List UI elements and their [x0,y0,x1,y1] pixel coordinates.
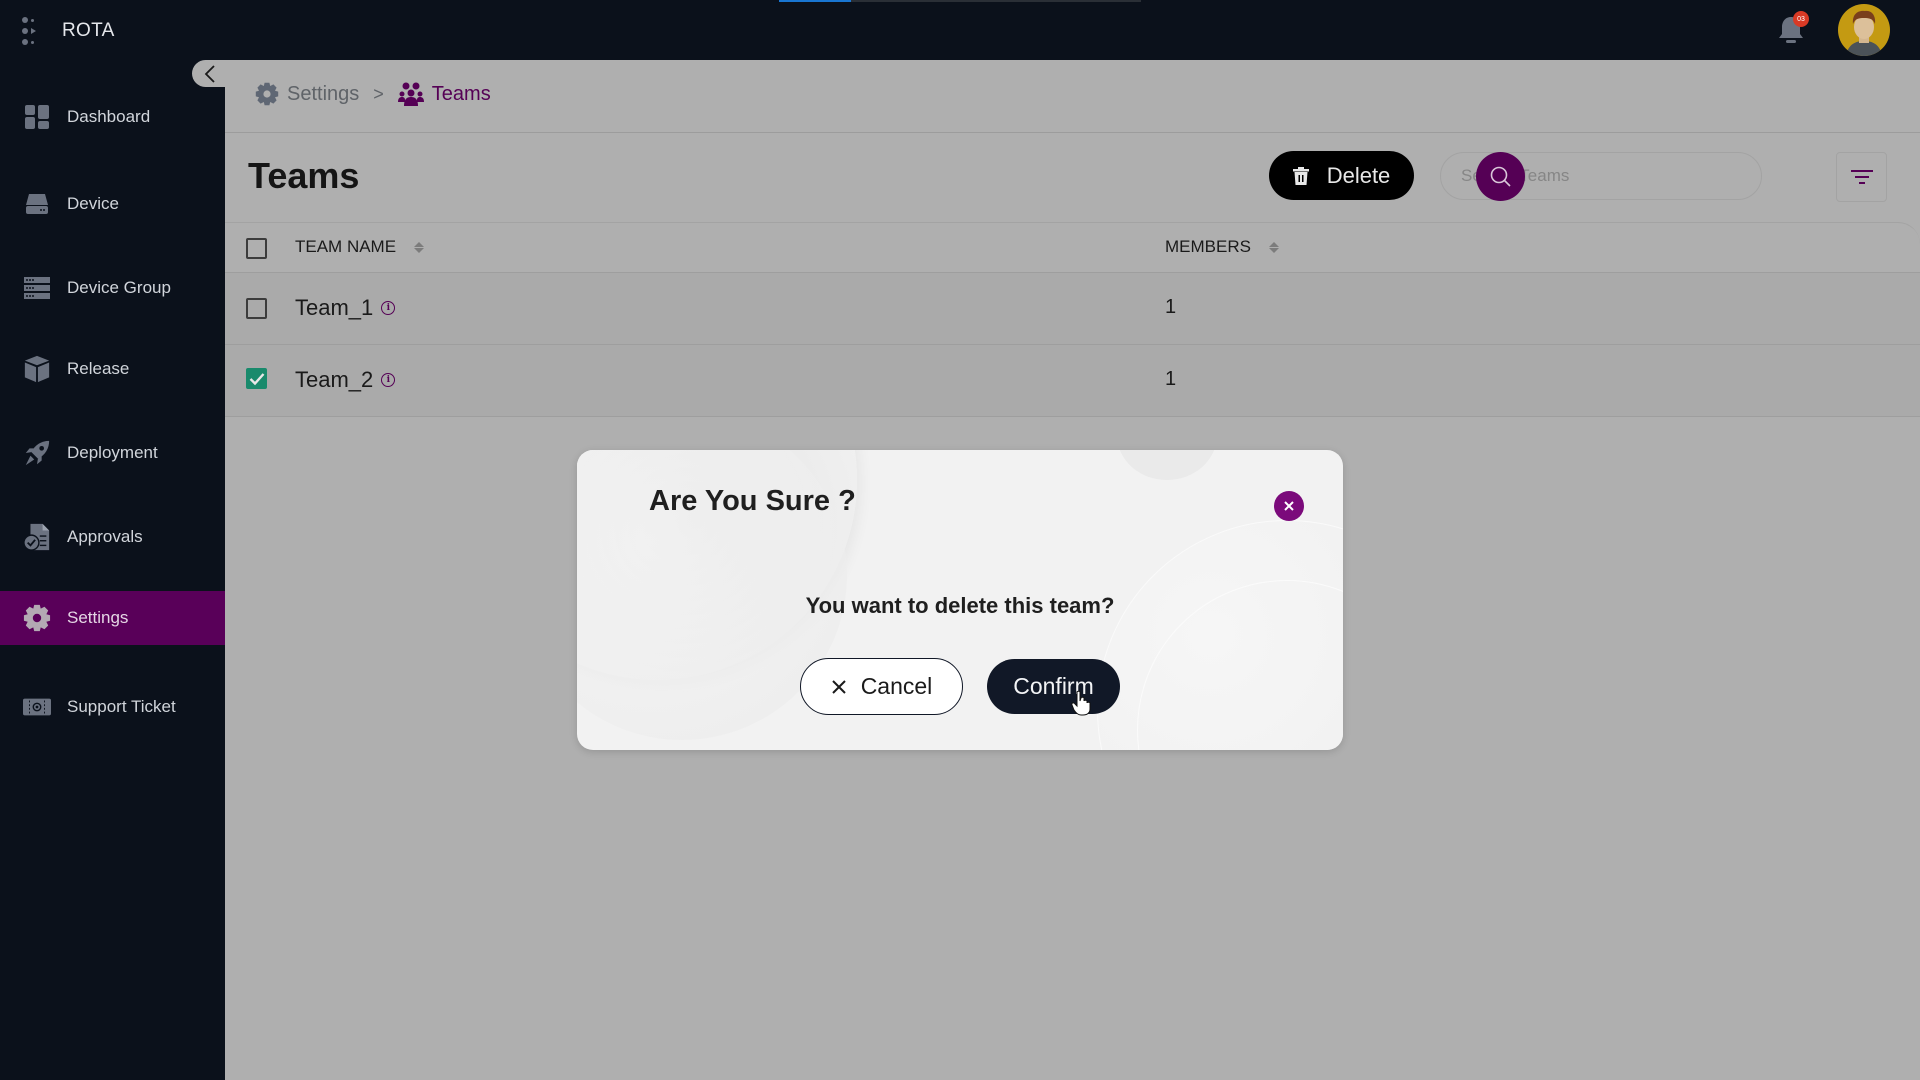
release-box-icon [23,355,51,383]
column-header-label: TEAM NAME [295,237,397,256]
members-cell: 1 [1165,368,1177,390]
info-icon[interactable]: i [381,301,396,315]
delete-button-label: Delete [1326,162,1391,188]
app-logo[interactable]: ROTA [22,17,115,45]
close-icon [831,679,846,694]
select-all-checkbox[interactable] [246,238,267,259]
search-button[interactable] [1476,152,1525,201]
team-name: Team_2 [295,367,374,392]
dialog-message: You want to delete this team? [805,593,1115,618]
sidebar-item-label: Approvals [67,527,143,546]
cancel-button-label: Cancel [860,673,933,699]
sidebar-item-approvals[interactable]: Approvals [0,510,225,564]
breadcrumb: Settings > Teams [255,82,491,106]
loading-progress-fill [779,0,852,2]
filter-icon [1850,170,1873,184]
rota-logo-icon [22,17,44,45]
top-header: ROTA 03 [0,0,1920,60]
filter-button[interactable] [1836,152,1887,202]
app-name: ROTA [62,20,115,41]
page-title: Teams [248,155,360,196]
ticket-icon [23,693,51,721]
sidebar-item-label: Device [67,194,119,213]
decorative-bubble [1117,450,1217,480]
sort-icon [1268,241,1279,253]
sidebar-item-settings[interactable]: Settings [0,591,225,645]
column-header-team-name[interactable]: TEAM NAME [295,237,425,257]
sidebar-item-release[interactable]: Release [0,342,225,396]
confirm-button-label: Confirm [1013,673,1094,699]
dialog-close-button[interactable] [1274,491,1304,521]
sidebar-item-label: Support Ticket [67,697,176,716]
checkmark-icon [249,372,264,385]
column-header-label: MEMBERS [1165,237,1251,256]
chevron-left-icon [204,64,215,83]
row-checkbox[interactable] [246,298,267,319]
dashboard-icon [23,103,51,131]
team-name-cell: Team_1 i [295,295,396,321]
trash-icon [1292,166,1309,185]
notifications-button[interactable]: 03 [1775,11,1809,47]
sidebar: Dashboard Device Device Group Release De… [0,60,225,1080]
table-header-row: TEAM NAME MEMBERS [225,223,1920,273]
breadcrumb-label: Teams [431,82,491,105]
collapse-sidebar-button[interactable] [192,60,228,87]
rocket-icon [23,439,51,467]
notification-count-badge: 03 [1793,11,1809,27]
breadcrumb-separator: > [373,83,384,104]
user-avatar[interactable] [1838,4,1890,56]
cancel-button[interactable]: Cancel [800,658,963,715]
members-cell: 1 [1165,296,1177,318]
user-avatar-icon [1846,10,1882,56]
table-row[interactable]: Team_1 i 1 [225,273,1920,345]
team-name: Team_1 [295,295,374,320]
users-icon [397,82,424,106]
column-header-members[interactable]: MEMBERS [1165,237,1279,257]
team-name-cell: Team_2 i [295,367,396,393]
search-icon [1490,166,1511,187]
close-icon [1284,501,1294,511]
teams-table: TEAM NAME MEMBERS Team_1 i 1 Team_2 i 1 [225,222,1920,418]
sidebar-item-label: Device Group [67,278,171,297]
sidebar-item-label: Deployment [67,443,158,462]
sidebar-item-device-group[interactable]: Device Group [0,261,225,315]
decorative-bubble [1097,520,1343,750]
sidebar-item-label: Dashboard [67,107,151,126]
info-icon[interactable]: i [381,373,396,387]
confirm-delete-dialog: Are You Sure ? You want to delete this t… [577,450,1343,750]
device-group-icon [23,274,51,302]
sidebar-item-deployment[interactable]: Deployment [0,426,225,480]
sidebar-item-label: Settings [67,608,129,627]
sidebar-item-device[interactable]: Device [0,177,225,231]
row-checkbox[interactable] [246,368,267,389]
loading-progress-bar [779,0,1141,2]
breadcrumb-teams[interactable]: Teams [397,82,491,106]
device-icon [23,190,51,218]
delete-button[interactable]: Delete [1269,151,1414,200]
approvals-document-icon [23,523,51,551]
table-row[interactable]: Team_2 i 1 [225,345,1920,417]
breadcrumb-label: Settings [287,82,360,105]
sidebar-item-support-ticket[interactable]: Support Ticket [0,680,225,734]
confirm-button[interactable]: Confirm [987,659,1120,714]
gear-icon [23,604,51,632]
breadcrumb-settings[interactable]: Settings [255,82,359,106]
sidebar-item-label: Release [67,359,130,378]
header-divider [225,132,1920,133]
sidebar-item-dashboard[interactable]: Dashboard [0,90,225,144]
dialog-title: Are You Sure ? [649,485,856,517]
gear-icon [255,82,279,106]
sort-icon [414,241,425,253]
